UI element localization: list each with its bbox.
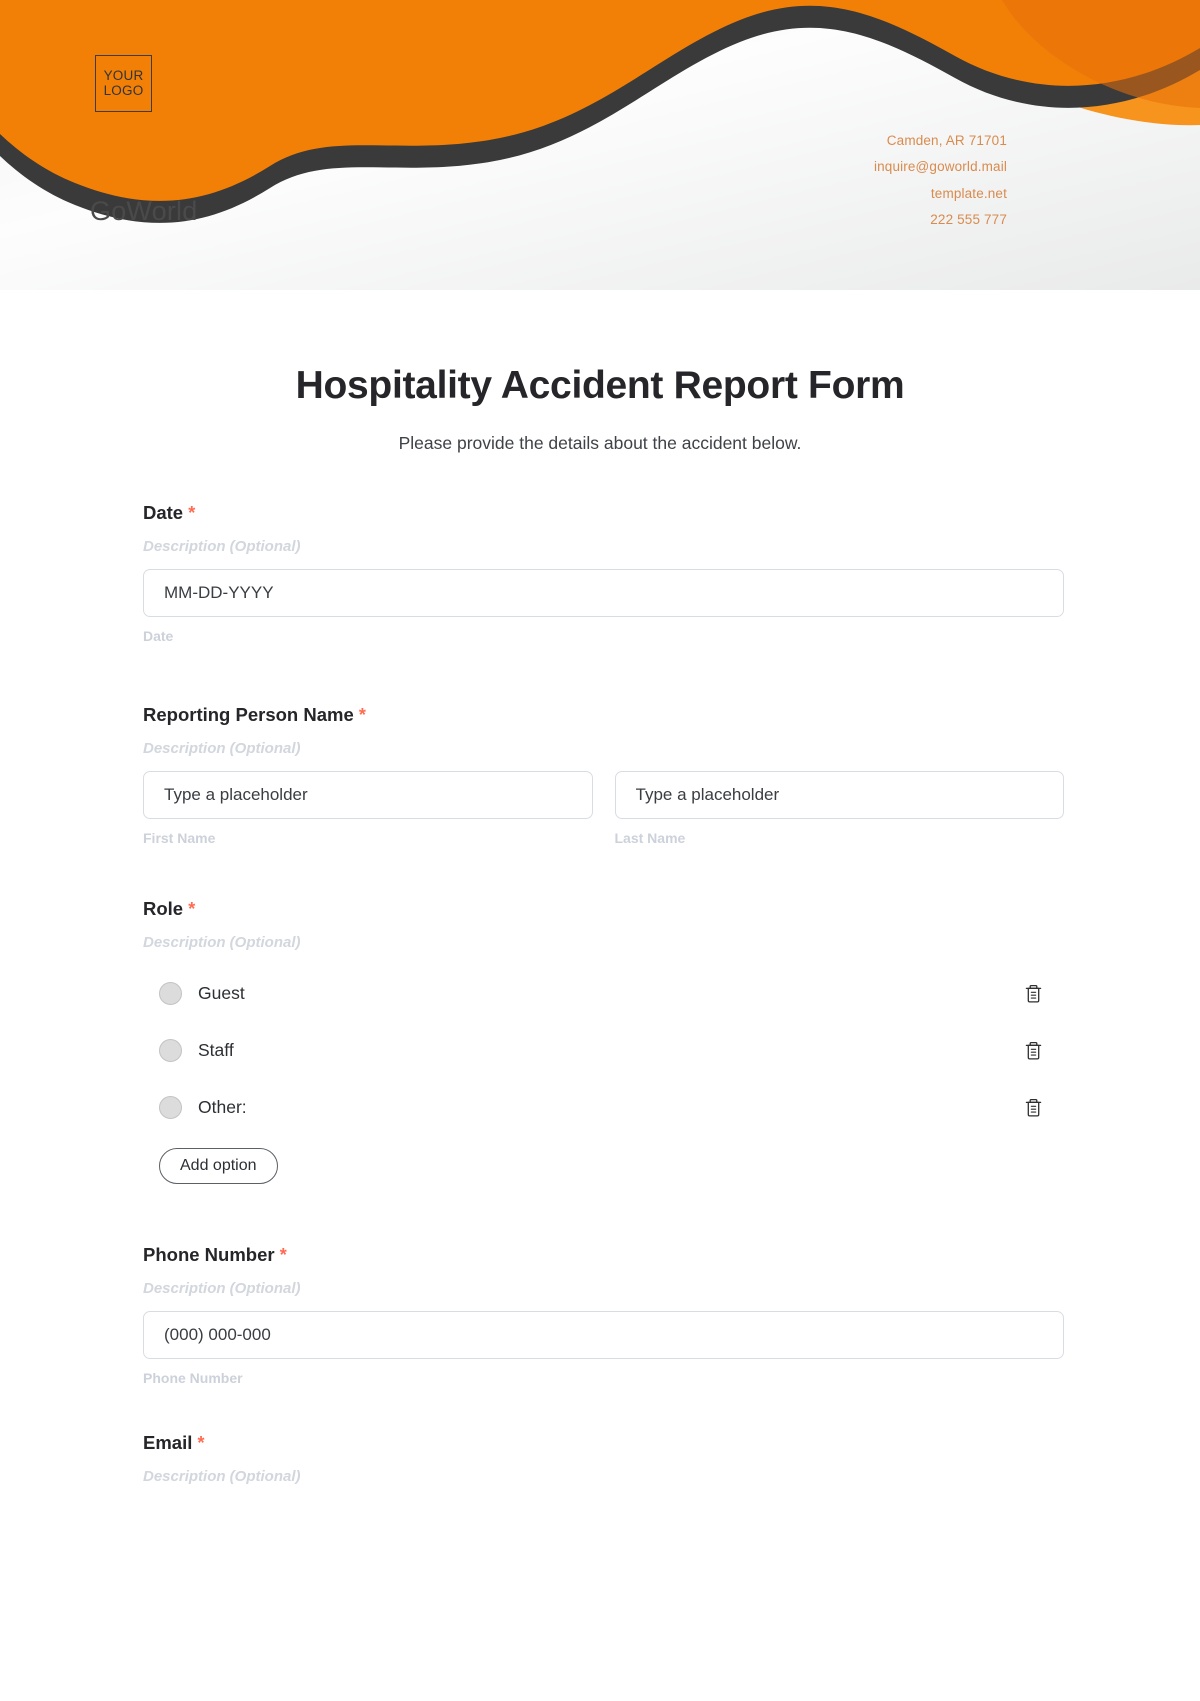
field-email-label: Email * <box>143 1432 1064 1454</box>
date-input[interactable] <box>143 569 1064 617</box>
field-name-label: Reporting Person Name * <box>143 704 1064 726</box>
field-email-description: Description (Optional) <box>143 1468 301 1485</box>
field-reporting-person-name: Reporting Person Name * Description (Opt… <box>143 704 1064 846</box>
page-subtitle: Please provide the details about the acc… <box>398 433 802 453</box>
logo-line-1: YOUR <box>103 67 144 83</box>
field-name-description: Description (Optional) <box>143 740 301 757</box>
required-asterisk: * <box>279 1245 287 1265</box>
role-option-staff[interactable]: Staff <box>143 1022 1064 1079</box>
first-name-input[interactable] <box>143 771 593 819</box>
phone-input[interactable] <box>143 1311 1064 1359</box>
field-phone-label: Phone Number * <box>143 1244 1064 1266</box>
role-option-list: Guest Staff Other: Add option <box>143 965 1064 1184</box>
field-date-label: Date * <box>143 502 1064 524</box>
field-date-label-text: Date <box>143 502 184 523</box>
role-option-other[interactable]: Other: <box>143 1079 1064 1136</box>
field-role: Role * Description (Optional) Guest Staf… <box>143 898 1064 1184</box>
required-asterisk: * <box>188 503 196 523</box>
field-name-label-text: Reporting Person Name <box>143 704 354 725</box>
field-phone-number: Phone Number * Description (Optional) Ph… <box>143 1244 1064 1386</box>
contact-email: inquire@goworld.mail <box>873 159 1007 175</box>
field-role-label: Role * <box>143 898 1064 920</box>
field-phone-description: Description (Optional) <box>143 1280 301 1297</box>
field-role-label-text: Role <box>143 898 184 919</box>
role-option-label: Other: <box>198 1097 247 1117</box>
header-decorative-waves <box>0 0 1200 290</box>
trash-icon <box>1025 1041 1041 1060</box>
page-header: YOUR LOGO GoWorld Camden, AR 71701 inqui… <box>0 0 1200 290</box>
field-date-description: Description (Optional) <box>143 538 301 555</box>
form-container: Hospitality Accident Report Form Please … <box>0 364 1200 1485</box>
trash-icon <box>1025 984 1041 1003</box>
brand-name: GoWorld <box>90 196 198 226</box>
field-date-sub-label: Date <box>143 628 174 644</box>
form-header: Hospitality Accident Report Form Please … <box>0 364 1200 454</box>
trash-icon <box>1025 1098 1041 1117</box>
first-name-sub-label: First Name <box>143 830 216 846</box>
field-phone-sub-label: Phone Number <box>143 1370 243 1386</box>
radio-icon[interactable] <box>159 1096 182 1119</box>
field-phone-label-text: Phone Number <box>143 1244 275 1265</box>
last-name-sub-label: Last Name <box>614 830 686 846</box>
required-asterisk: * <box>197 1433 205 1453</box>
required-asterisk: * <box>188 899 196 919</box>
field-role-description: Description (Optional) <box>143 934 301 951</box>
name-inputs-row: First Name Last Name <box>143 771 1064 846</box>
role-option-label: Staff <box>198 1040 234 1060</box>
radio-icon[interactable] <box>159 982 182 1005</box>
field-email: Email * Description (Optional) <box>143 1432 1064 1485</box>
required-asterisk: * <box>358 705 366 725</box>
contact-website: template.net <box>930 185 1007 201</box>
last-name-input[interactable] <box>614 771 1064 819</box>
last-name-group: Last Name <box>614 771 1064 846</box>
page-title: Hospitality Accident Report Form <box>295 364 905 407</box>
logo-line-2: LOGO <box>103 82 144 98</box>
contact-address: Camden, AR 71701 <box>886 133 1007 148</box>
role-option-label: Guest <box>198 983 245 1003</box>
field-date: Date * Description (Optional) Date <box>143 502 1064 644</box>
contact-phone: 222 555 777 <box>930 211 1007 227</box>
add-option-button[interactable]: Add option <box>159 1148 278 1184</box>
radio-icon[interactable] <box>159 1039 182 1062</box>
trash-icon-button[interactable] <box>1020 1038 1046 1064</box>
contact-info: Camden, AR 71701 inquire@goworld.mail te… <box>874 128 1007 233</box>
trash-icon-button[interactable] <box>1020 981 1046 1007</box>
trash-icon-button[interactable] <box>1020 1095 1046 1121</box>
form-fields: Date * Description (Optional) Date Repor… <box>136 502 1064 1485</box>
logo-placeholder: YOUR LOGO <box>95 55 152 112</box>
first-name-group: First Name <box>143 771 593 846</box>
field-email-label-text: Email <box>143 1432 193 1453</box>
role-option-guest[interactable]: Guest <box>143 965 1064 1022</box>
